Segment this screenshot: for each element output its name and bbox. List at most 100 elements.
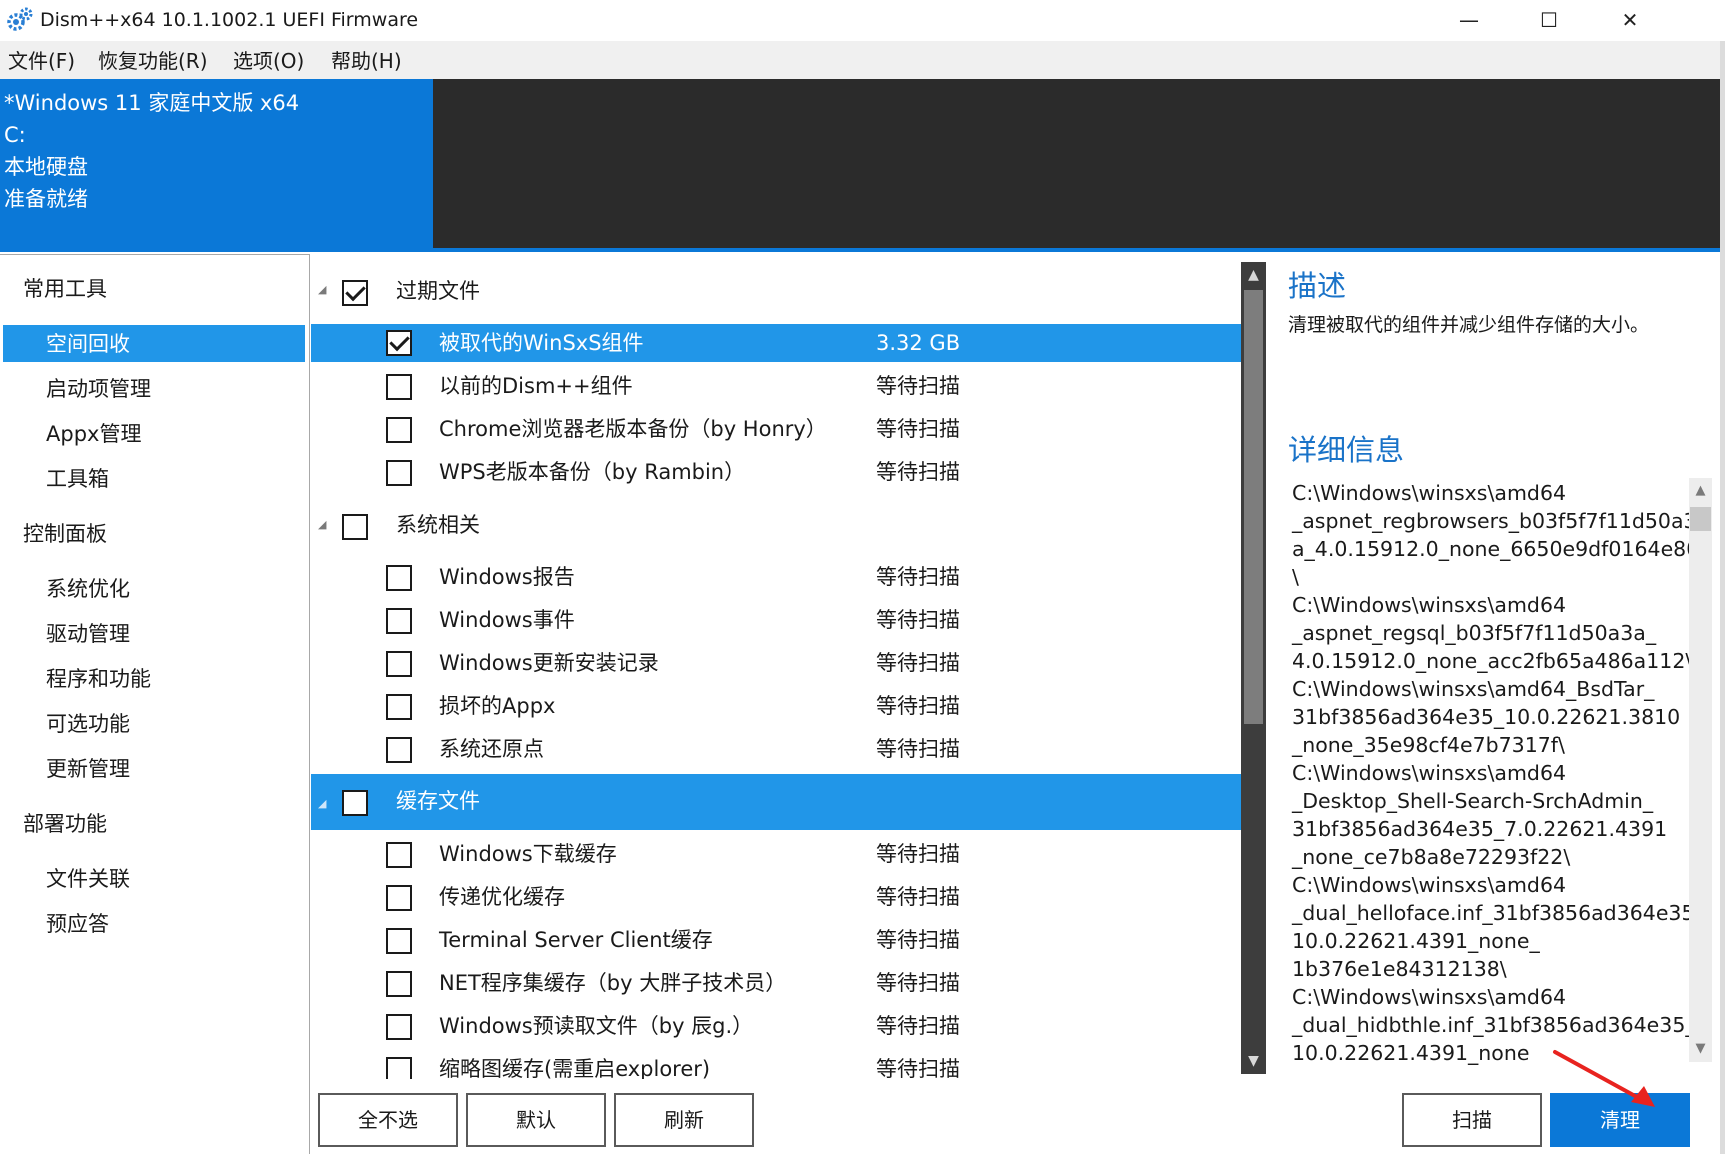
checkbox[interactable] <box>386 460 412 486</box>
sidebar-item-optional-features[interactable]: 可选功能 <box>46 710 130 738</box>
item-status: 等待扫描 <box>876 694 960 718</box>
list-item[interactable]: 传递优化缓存 <box>439 883 565 911</box>
checkbox[interactable] <box>386 885 412 911</box>
menu-recovery[interactable]: 恢复功能(R) <box>98 48 208 74</box>
checkbox[interactable] <box>342 514 368 540</box>
item-status: 等待扫描 <box>876 842 960 866</box>
details-scrollbar[interactable] <box>1689 478 1712 1062</box>
sidebar-item-toolbox[interactable]: 工具箱 <box>46 465 109 493</box>
default-button[interactable]: 默认 <box>466 1093 606 1147</box>
list-item[interactable]: NET程序集缓存（by 大胖子技术员） <box>439 969 786 997</box>
scroll-down-icon[interactable]: ▼ <box>1689 1036 1712 1062</box>
drive-letter: C: <box>4 123 26 147</box>
checkbox[interactable] <box>342 790 368 816</box>
description-text: 清理被取代的组件并减少组件存储的大小。 <box>1288 314 1650 336</box>
window-edge <box>1720 41 1725 1154</box>
item-status: 等待扫描 <box>876 374 960 398</box>
menu-options[interactable]: 选项(O) <box>233 48 304 74</box>
collapse-icon[interactable]: ◢ <box>318 518 326 531</box>
checkbox[interactable] <box>386 1014 412 1040</box>
gear-icon <box>7 7 33 31</box>
item-status: 等待扫描 <box>876 417 960 441</box>
group-expired-files[interactable]: 过期文件 <box>396 277 480 305</box>
sidebar-group-control-panel[interactable]: 控制面板 <box>23 520 107 548</box>
sidebar-item-space-cleanup[interactable]: 空间回收 <box>46 330 130 358</box>
sidebar-group-common-tools[interactable]: 常用工具 <box>23 275 107 303</box>
scroll-down-icon[interactable]: ▼ <box>1241 1048 1266 1074</box>
list-item[interactable]: 缩略图缓存(需重启explorer) <box>439 1055 710 1079</box>
item-status: 等待扫描 <box>876 928 960 952</box>
list-item[interactable]: Windows更新安装记录 <box>439 649 659 677</box>
sidebar-item-updates[interactable]: 更新管理 <box>46 755 130 783</box>
refresh-button[interactable]: 刷新 <box>614 1093 754 1147</box>
list-scroll-thumb[interactable] <box>1244 290 1263 724</box>
window-title: Dism++x64 10.1.1002.1 UEFI Firmware <box>40 9 419 31</box>
checkbox[interactable] <box>386 971 412 997</box>
group-system[interactable]: 系统相关 <box>396 511 480 539</box>
list-item[interactable]: Terminal Server Client缓存 <box>439 926 713 954</box>
deselect-all-button[interactable]: 全不选 <box>318 1093 458 1147</box>
sidebar-item-drivers[interactable]: 驱动管理 <box>46 620 130 648</box>
checkbox[interactable] <box>386 417 412 443</box>
item-status: 等待扫描 <box>876 608 960 632</box>
item-status: 等待扫描 <box>876 971 960 995</box>
drive-type: 本地硬盘 <box>4 155 88 179</box>
sidebar-item-file-assoc[interactable]: 文件关联 <box>46 865 130 893</box>
maximize-button[interactable]: ☐ <box>1509 0 1589 41</box>
checkbox[interactable] <box>386 694 412 720</box>
list-item[interactable]: Chrome浏览器老版本备份（by Honry） <box>439 415 827 443</box>
collapse-icon[interactable]: ◢ <box>318 797 326 810</box>
item-status: 等待扫描 <box>876 885 960 909</box>
annotation-arrow-icon <box>1553 1050 1655 1107</box>
list-item[interactable]: 被取代的WinSxS组件 <box>439 329 644 357</box>
checkbox[interactable] <box>342 280 368 306</box>
item-status: 等待扫描 <box>876 1014 960 1038</box>
list-item[interactable]: Windows下载缓存 <box>439 840 617 868</box>
scroll-up-icon[interactable]: ▲ <box>1689 478 1712 504</box>
list-item[interactable]: WPS老版本备份（by Rambin） <box>439 458 745 486</box>
group-cache-files[interactable]: 缓存文件 <box>396 787 480 815</box>
scan-button[interactable]: 扫描 <box>1402 1093 1542 1147</box>
list-item[interactable]: 以前的Dism++组件 <box>439 372 633 400</box>
menu-help[interactable]: 帮助(H) <box>331 48 402 74</box>
status-text: 准备就绪 <box>4 187 88 211</box>
checkbox[interactable] <box>386 928 412 954</box>
item-status: 等待扫描 <box>876 1057 960 1079</box>
details-title: 详细信息 <box>1288 433 1405 467</box>
checkbox[interactable] <box>386 737 412 763</box>
scroll-up-icon[interactable]: ▲ <box>1241 262 1266 288</box>
checkbox[interactable] <box>386 608 412 634</box>
item-status: 等待扫描 <box>876 565 960 589</box>
list-item[interactable]: 系统还原点 <box>439 735 544 763</box>
checkbox[interactable] <box>386 330 412 356</box>
list-item[interactable]: Windows事件 <box>439 606 575 634</box>
sidebar-item-programs[interactable]: 程序和功能 <box>46 665 151 693</box>
os-name: *Windows 11 家庭中文版 x64 <box>4 91 300 115</box>
header-divider <box>0 248 1720 252</box>
list-clip: 缩略图缓存(需重启explorer) 等待扫描 <box>311 1055 1241 1079</box>
checkbox[interactable] <box>386 1057 412 1079</box>
item-status: 等待扫描 <box>876 651 960 675</box>
details-scroll-thumb[interactable] <box>1690 507 1711 531</box>
checkbox[interactable] <box>386 374 412 400</box>
checkbox[interactable] <box>386 842 412 868</box>
sidebar-item-appx[interactable]: Appx管理 <box>46 420 141 448</box>
list-item[interactable]: Windows报告 <box>439 563 575 591</box>
sidebar-item-answer-file[interactable]: 预应答 <box>46 910 109 938</box>
list-item[interactable]: 损坏的Appx <box>439 692 555 720</box>
description-title: 描述 <box>1288 269 1347 303</box>
list-item[interactable]: Windows预读取文件（by 辰g.） <box>439 1012 753 1040</box>
sidebar-group-deployment[interactable]: 部署功能 <box>23 810 107 838</box>
menu-file[interactable]: 文件(F) <box>8 48 75 74</box>
sidebar-item-optimize[interactable]: 系统优化 <box>46 575 130 603</box>
close-button[interactable]: ✕ <box>1590 0 1670 41</box>
session-area <box>433 79 1720 252</box>
details-text[interactable]: C:\Windows\winsxs\amd64 _aspnet_regbrows… <box>1292 479 1712 1067</box>
collapse-icon[interactable]: ◢ <box>318 283 326 296</box>
checkbox[interactable] <box>386 565 412 591</box>
minimize-button[interactable]: — <box>1429 0 1509 41</box>
sidebar-item-startup[interactable]: 启动项管理 <box>46 375 151 403</box>
item-status: 3.32 GB <box>876 331 961 355</box>
checkbox[interactable] <box>386 651 412 677</box>
item-status: 等待扫描 <box>876 460 960 484</box>
